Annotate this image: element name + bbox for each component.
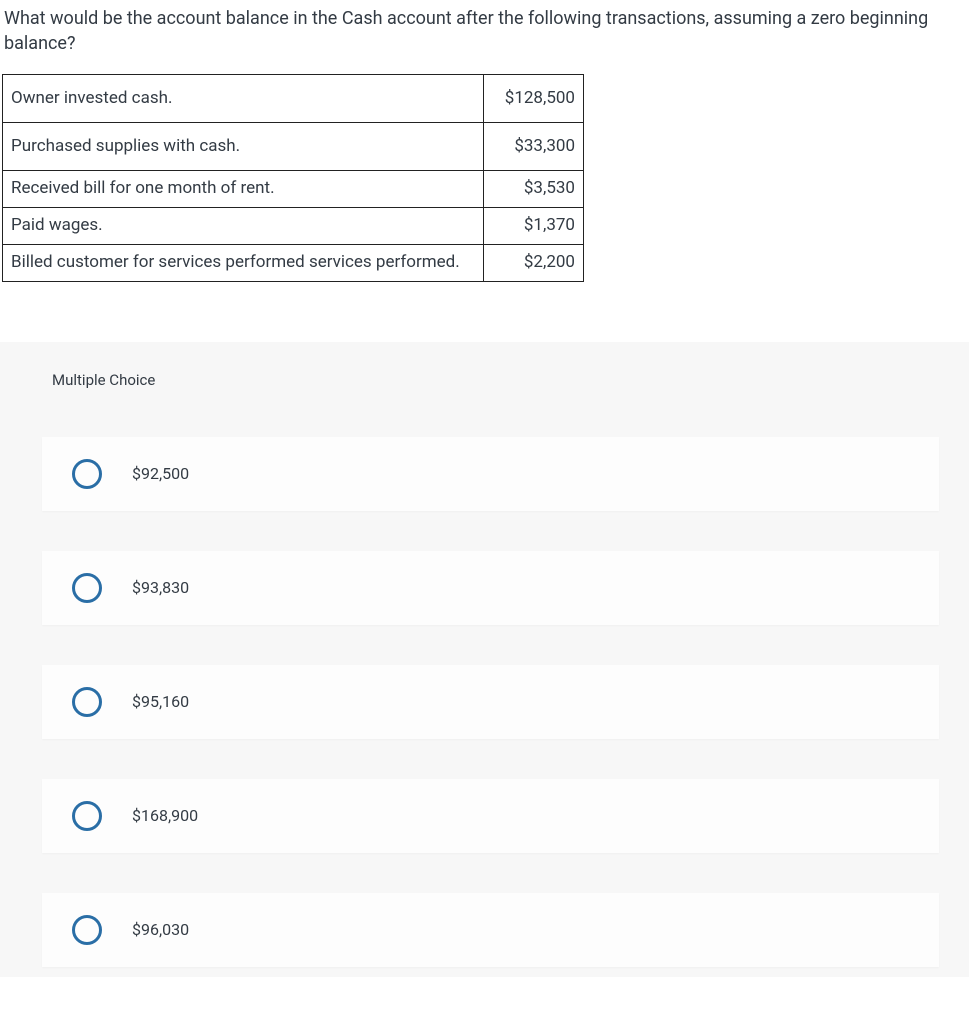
table-row: Purchased supplies with cash. $33,300 (3, 123, 584, 171)
transaction-amount: $2,200 (484, 244, 584, 281)
option-1[interactable]: $92,500 (42, 437, 939, 511)
option-2[interactable]: $93,830 (42, 551, 939, 625)
transaction-amount: $128,500 (484, 75, 584, 123)
option-label: $168,900 (132, 805, 198, 827)
transaction-amount: $33,300 (484, 123, 584, 171)
transaction-amount: $3,530 (484, 171, 584, 208)
transaction-amount: $1,370 (484, 208, 584, 245)
option-label: $93,830 (132, 577, 189, 599)
radio-icon[interactable] (72, 573, 102, 603)
table-row: Billed customer for services performed s… (3, 244, 584, 281)
option-3[interactable]: $95,160 (42, 665, 939, 739)
option-label: $96,030 (132, 919, 189, 941)
multiple-choice-section: Multiple Choice $92,500 $93,830 $95,160 … (0, 342, 969, 977)
radio-icon[interactable] (72, 915, 102, 945)
table-row: Received bill for one month of rent. $3,… (3, 171, 584, 208)
multiple-choice-heading: Multiple Choice (0, 370, 969, 391)
radio-icon[interactable] (72, 687, 102, 717)
radio-icon[interactable] (72, 459, 102, 489)
question-text: What would be the account balance in the… (0, 0, 969, 74)
radio-icon[interactable] (72, 801, 102, 831)
option-4[interactable]: $168,900 (42, 779, 939, 853)
transaction-desc: Owner invested cash. (3, 75, 484, 123)
transaction-desc: Paid wages. (3, 208, 484, 245)
transaction-desc: Received bill for one month of rent. (3, 171, 484, 208)
option-label: $95,160 (132, 691, 189, 713)
option-label: $92,500 (132, 463, 189, 485)
transaction-desc: Billed customer for services performed s… (3, 244, 484, 281)
transaction-desc: Purchased supplies with cash. (3, 123, 484, 171)
table-row: Paid wages. $1,370 (3, 208, 584, 245)
table-row: Owner invested cash. $128,500 (3, 75, 584, 123)
option-5[interactable]: $96,030 (42, 893, 939, 967)
transactions-table: Owner invested cash. $128,500 Purchased … (2, 74, 584, 281)
